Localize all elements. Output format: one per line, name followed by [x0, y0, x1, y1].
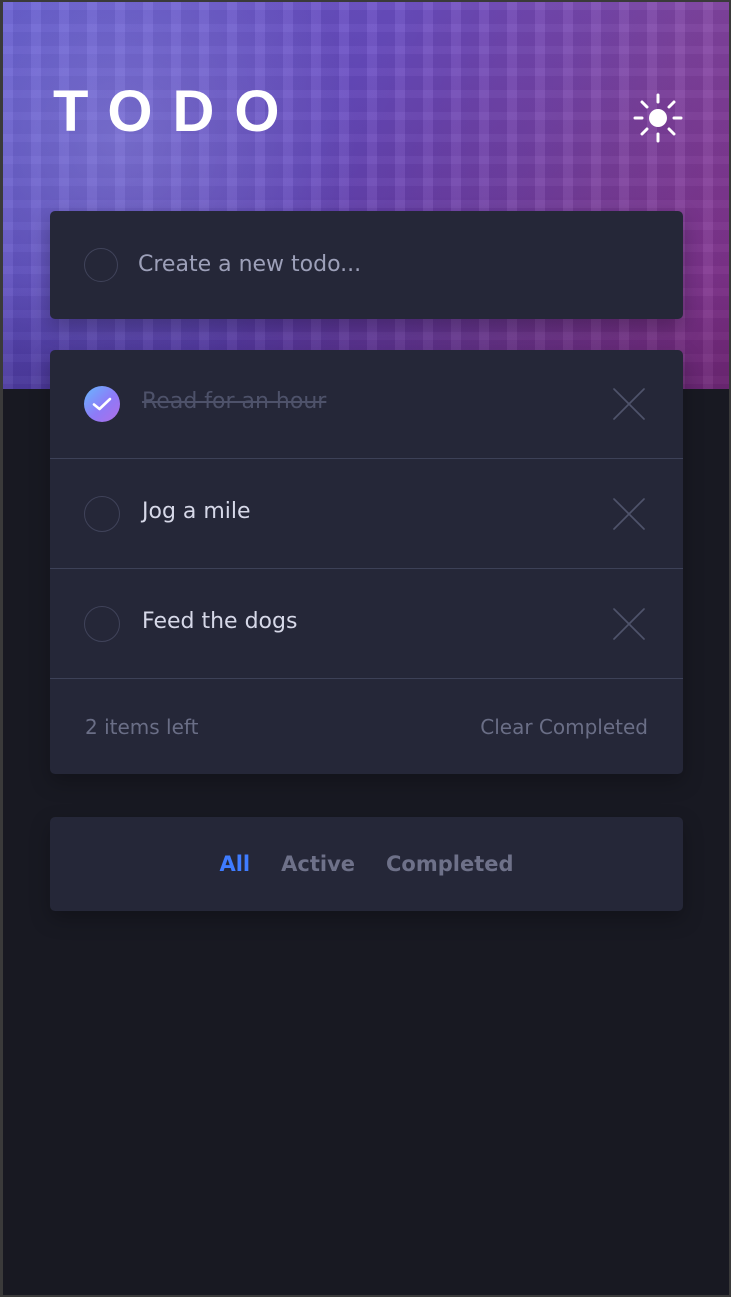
todo-text: Feed the dogs — [142, 609, 298, 634]
delete-todo-button[interactable] — [611, 496, 647, 532]
filter-group: All Active Completed — [50, 817, 683, 911]
new-todo-card — [50, 211, 683, 319]
todo-item: Jog a mile — [50, 460, 683, 569]
filter-completed-button[interactable]: Completed — [386, 852, 514, 876]
todo-item: Feed the dogs — [50, 570, 683, 679]
filter-all-button[interactable]: All — [219, 852, 250, 876]
filter-active-button[interactable]: Active — [281, 852, 355, 876]
new-todo-input[interactable] — [138, 245, 638, 283]
header-background: TODO — [3, 2, 729, 389]
todo-complete-toggle[interactable] — [84, 606, 120, 642]
todo-text: Read for an hour — [142, 389, 327, 414]
sun-icon — [633, 93, 683, 143]
app-title: TODO — [53, 79, 300, 144]
close-icon — [613, 608, 645, 640]
delete-todo-button[interactable] — [611, 386, 647, 422]
todo-list-card: Read for an hour Jog a mile Feed the dog… — [50, 350, 683, 774]
todo-complete-toggle[interactable] — [84, 496, 120, 532]
app-screen: TODO Create a new todo... Read for an ho… — [3, 2, 729, 1295]
filter-card: All Active Completed — [50, 817, 683, 911]
close-icon — [613, 388, 645, 420]
todo-complete-toggle[interactable] — [84, 386, 120, 422]
todo-item: Read for an hour — [50, 350, 683, 459]
theme-toggle-button[interactable] — [632, 92, 684, 144]
clear-completed-button[interactable]: Clear Completed — [480, 713, 648, 741]
items-left-count: 2 items left — [85, 715, 199, 739]
todo-text: Jog a mile — [142, 499, 251, 524]
delete-todo-button[interactable] — [611, 606, 647, 642]
new-todo-circle-icon — [84, 248, 118, 282]
todo-list-footer: 2 items left Clear Completed — [50, 680, 683, 774]
check-icon — [92, 397, 112, 411]
close-icon — [613, 498, 645, 530]
